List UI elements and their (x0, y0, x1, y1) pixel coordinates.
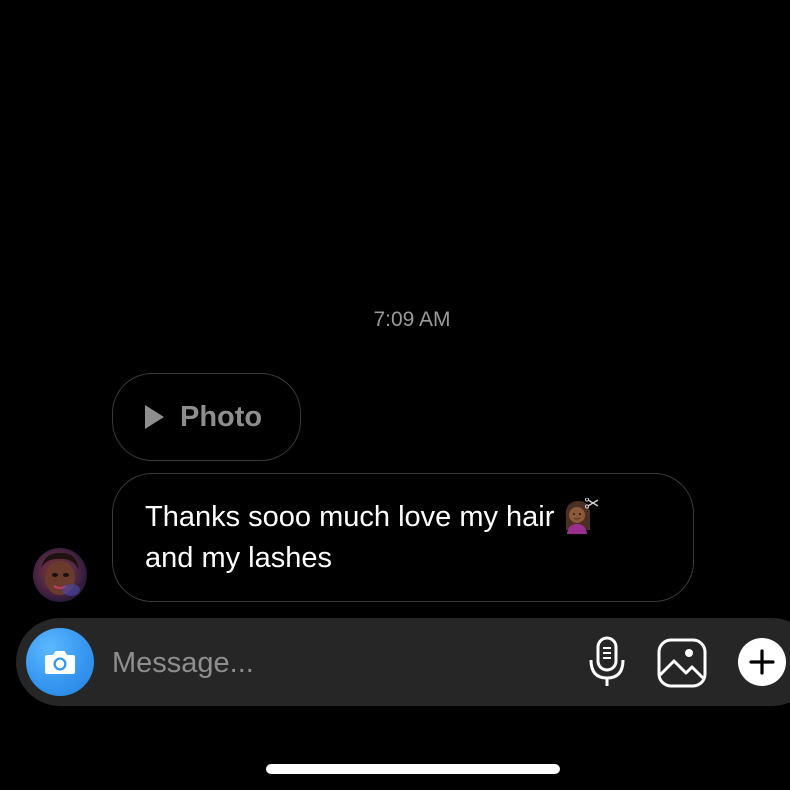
photo-message-bubble[interactable]: Photo (112, 373, 301, 461)
microphone-button[interactable] (584, 634, 630, 690)
plus-icon (749, 649, 775, 675)
more-button[interactable] (738, 638, 786, 686)
gallery-button[interactable] (656, 637, 708, 689)
home-indicator[interactable] (266, 764, 560, 774)
message-input[interactable] (112, 642, 552, 684)
camera-button[interactable] (26, 628, 94, 696)
haircut-emoji-icon (560, 497, 600, 534)
gallery-icon (657, 638, 707, 688)
play-icon (145, 405, 164, 429)
photo-label: Photo (180, 400, 263, 433)
message-text-line-1: Thanks sooo much love my hair (145, 501, 555, 533)
microphone-icon (589, 636, 625, 686)
camera-icon (45, 651, 75, 674)
message-text-line-2: and my lashes (145, 542, 332, 574)
sender-avatar[interactable] (33, 548, 87, 602)
text-message-bubble[interactable]: Thanks sooo much love my hair and my las… (112, 473, 694, 602)
message-timestamp: 7:09 AM (373, 308, 451, 331)
